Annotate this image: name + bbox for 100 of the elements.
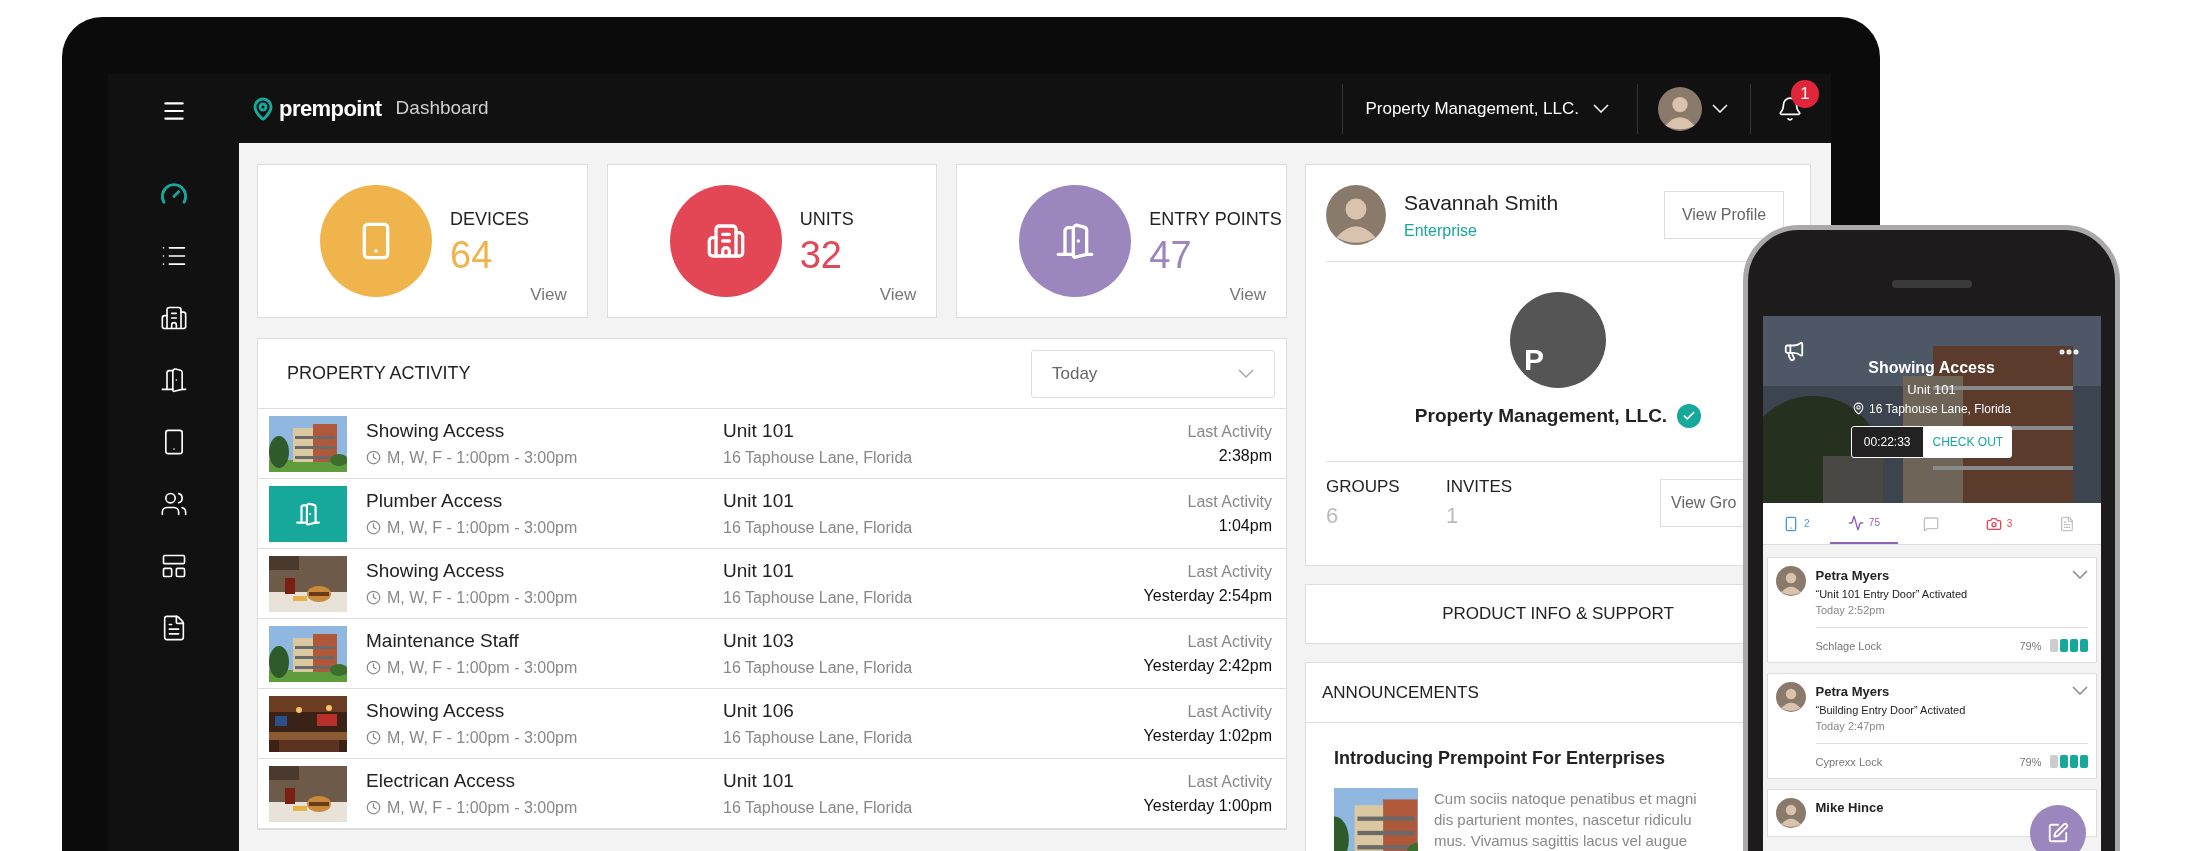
- access-title: Electrican Access: [366, 769, 516, 794]
- access-title: Showing Access: [366, 559, 506, 584]
- unit-name: Unit 101: [723, 559, 795, 584]
- account-dropdown[interactable]: Property Management, LLC.: [1343, 95, 1637, 122]
- access-title: Maintenance Staff: [366, 629, 520, 654]
- chevron-down-icon: [1593, 104, 1609, 113]
- activity-card[interactable]: Petra Myers “Building Entry Door” Activated Today 2:47pm Cyprexx Lock 79%: [1766, 673, 2097, 779]
- company-logo: P: [1510, 292, 1606, 388]
- person-name: Mike Hince: [1815, 799, 1885, 817]
- page-title: Dashboard: [395, 96, 489, 121]
- event-time: Today 2:52pm: [1815, 603, 1886, 618]
- event-text: “Unit 101 Entry Door” Activated: [1815, 586, 1969, 602]
- last-activity-label: Last Activity: [1187, 561, 1272, 582]
- unit-name: Unit 101: [723, 489, 795, 514]
- clock-icon: [366, 730, 381, 746]
- panel-title: ANNOUNCEMENTS: [1322, 681, 1479, 704]
- last-activity-time: 1:04pm: [1218, 515, 1272, 536]
- company-name: Property Management, LLC.: [1414, 404, 1668, 428]
- activity-row[interactable]: Showing Access M, W, F - 1:00pm - 3:00pm Unit 106 16 Taphouse Lane, Florida Last Activity Yesterday 1:02pm: [258, 689, 1286, 759]
- person-name: Petra Myers: [1815, 567, 1891, 585]
- stat-value: 32: [799, 232, 843, 277]
- phone-tab[interactable]: 75: [1830, 503, 1898, 544]
- activity-card[interactable]: Mike Hince: [1766, 789, 2097, 837]
- activity-row[interactable]: Electrican Access M, W, F - 1:00pm - 3:00pm Unit 101 16 Taphouse Lane, Florida Last Activity Yesterday 1:00pm: [258, 759, 1286, 829]
- event-text: “Building Entry Door” Activated: [1815, 702, 1967, 718]
- megaphone-icon[interactable]: [1782, 340, 1805, 362]
- buildings-icon[interactable]: [159, 304, 188, 332]
- stat-label: ENTRY POINTS: [1149, 207, 1282, 231]
- clock-icon: [366, 520, 381, 536]
- clock-icon: [366, 450, 381, 466]
- view-link[interactable]: View: [530, 281, 567, 307]
- location-pin-icon: [1852, 402, 1866, 415]
- unit-address: 16 Taphouse Lane, Florida: [723, 447, 913, 468]
- last-activity-time: Yesterday 2:54pm: [1143, 585, 1272, 606]
- unit-address: 16 Taphouse Lane, Florida: [723, 657, 913, 678]
- chevron-down-icon: [1712, 104, 1728, 113]
- schedule: M, W, F - 1:00pm - 3:00pm: [387, 657, 578, 678]
- edit-icon: [2047, 822, 2069, 844]
- announcement-headline: Introducing Prempoint For Enterprises: [1334, 748, 1666, 768]
- count-label: INVITES: [1446, 475, 1514, 498]
- view-groups-button[interactable]: View Gro: [1660, 478, 1742, 527]
- access-title: Showing Access: [1868, 358, 1995, 378]
- schedule: M, W, F - 1:00pm - 3:00pm: [387, 587, 578, 608]
- access-title: Showing Access: [366, 419, 506, 444]
- view-link[interactable]: View: [1229, 281, 1266, 307]
- last-activity-time: 2:38pm: [1218, 445, 1272, 466]
- unit-name: Unit 101: [723, 419, 795, 444]
- unit-address: 16 Taphouse Lane, Florida: [1869, 400, 2011, 418]
- activity-row[interactable]: Maintenance Staff M, W, F - 1:00pm - 3:00pm Unit 103 16 Taphouse Lane, Florida Last Activity Yesterday 2:42pm: [258, 619, 1286, 689]
- clock-icon: [366, 660, 381, 676]
- logo[interactable]: prempoint: [279, 92, 382, 125]
- timer: 00:22:33: [1850, 425, 1924, 458]
- unit-address: 16 Taphouse Lane, Florida: [723, 517, 913, 538]
- chevron-down-icon: [1238, 369, 1254, 378]
- clock-icon: [366, 590, 381, 606]
- announcement-text: Cum sociis natoque penatibus et magni dis parturient montes, nascetur ridiculu mus. Vivamus sagittis lacus vel augue: [1434, 789, 1697, 851]
- user-avatar: [1775, 682, 1806, 712]
- user-name: Savannah Smith: [1404, 190, 1560, 217]
- user-avatar: [1775, 566, 1806, 596]
- user-avatar: [1326, 185, 1386, 245]
- stat-value: 47: [1149, 232, 1193, 277]
- schedule: M, W, F - 1:00pm - 3:00pm: [387, 797, 578, 818]
- last-activity-time: Yesterday 1:02pm: [1143, 725, 1272, 746]
- activity-row[interactable]: Plumber Access M, W, F - 1:00pm - 3:00pm Unit 101 16 Taphouse Lane, Florida Last Activity 1:04pm: [258, 479, 1286, 549]
- last-activity-label: Last Activity: [1187, 631, 1272, 652]
- access-title: Plumber Access: [366, 489, 504, 514]
- support-link[interactable]: PRODUCT INFO & SUPPORT: [1442, 601, 1674, 627]
- schedule: M, W, F - 1:00pm - 3:00pm: [387, 517, 578, 538]
- last-activity-time: Yesterday 1:00pm: [1143, 795, 1272, 816]
- chevron-down-icon: [2071, 570, 2088, 579]
- count-value: 1: [1446, 502, 1460, 530]
- date-filter[interactable]: Today: [1031, 349, 1275, 398]
- unit-address: 16 Taphouse Lane, Florida: [723, 797, 913, 818]
- unit-name: Unit 103: [723, 629, 795, 654]
- view-link[interactable]: View: [879, 281, 917, 307]
- unit-name: Unit 106: [723, 699, 795, 724]
- notification-badge: 1: [1791, 79, 1819, 108]
- door-icon: [1055, 221, 1096, 261]
- panel-title: PROPERTY ACTIVITY: [287, 362, 471, 385]
- last-activity-time: Yesterday 2:42pm: [1143, 655, 1272, 676]
- door-icon[interactable]: [159, 366, 188, 394]
- last-activity-label: Last Activity: [1187, 701, 1272, 722]
- unit-name: Unit 101: [1907, 381, 1956, 399]
- last-activity-label: Last Activity: [1187, 491, 1272, 512]
- users-icon[interactable]: [159, 490, 188, 518]
- activity-row[interactable]: Showing Access M, W, F - 1:00pm - 3:00pm Unit 101 16 Taphouse Lane, Florida Last Activity Yesterday 2:54pm: [258, 549, 1286, 619]
- activity-card[interactable]: Petra Myers “Unit 101 Entry Door” Activated Today 2:52pm Schlage Lock 79%: [1766, 557, 2097, 663]
- unit-address: 16 Taphouse Lane, Florida: [723, 587, 913, 608]
- clock-icon: [366, 800, 381, 816]
- last-activity-label: Last Activity: [1187, 771, 1272, 792]
- stat-label: DEVICES: [450, 207, 530, 231]
- activity-row[interactable]: Showing Access M, W, F - 1:00pm - 3:00pm Unit 101 16 Taphouse Lane, Florida Last Activity 2:38pm: [258, 409, 1286, 479]
- bell-icon[interactable]: [1777, 95, 1803, 122]
- phone-tab[interactable]: 3: [1965, 503, 2033, 544]
- person-name: Petra Myers: [1815, 683, 1891, 701]
- battery-reading: 79%: [2019, 638, 2042, 654]
- stat-value: 64: [450, 232, 494, 277]
- count-value: 6: [1326, 502, 1340, 530]
- door-icon: [295, 500, 321, 527]
- buildings-icon: [705, 221, 746, 261]
